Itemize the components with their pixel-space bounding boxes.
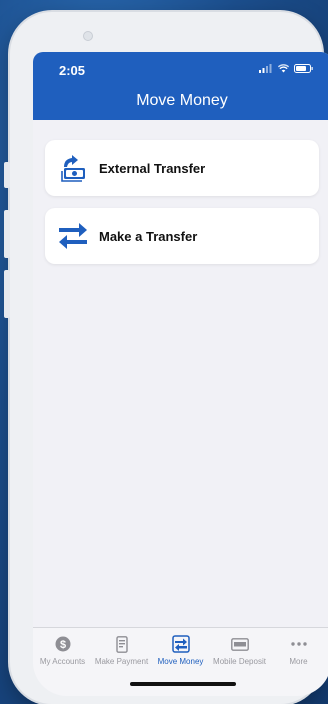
make-transfer-label: Make a Transfer (99, 228, 198, 244)
signal-icon (259, 64, 272, 73)
wifi-icon (278, 64, 289, 73)
app-screen: 2:05 Move Money External Transfer Make a… (33, 52, 328, 696)
tab-label: More (289, 657, 308, 666)
tab-label: Move Money (157, 657, 204, 666)
status-bar: 2:05 (33, 52, 328, 86)
external-transfer-label: External Transfer (99, 160, 206, 176)
tab-mobile-deposit[interactable]: Mobile Deposit (210, 634, 269, 666)
tab-label: Make Payment (94, 657, 149, 666)
more-dots-icon (290, 642, 307, 646)
tab-move-money[interactable]: Move Money (151, 634, 210, 666)
battery-icon (294, 64, 313, 73)
phone-frame: 2:05 Move Money External Transfer Make a… (10, 12, 328, 704)
side-button-mute (4, 162, 10, 188)
svg-text:$: $ (59, 639, 65, 651)
tab-more[interactable]: More (269, 634, 328, 666)
side-button-volume-down (4, 270, 10, 318)
app-header: Move Money (33, 86, 328, 120)
make-transfer-option[interactable]: Make a Transfer (45, 208, 319, 264)
external-transfer-option[interactable]: External Transfer (45, 140, 319, 196)
dollar-coin-icon: $ (55, 636, 70, 652)
tab-my-accounts[interactable]: $ My Accounts (33, 634, 92, 666)
tab-bar: $ My Accounts Make Payment Move Money Mo… (33, 627, 328, 696)
external-transfer-icon (57, 152, 89, 184)
tab-label: My Accounts (39, 657, 86, 666)
tab-label: Mobile Deposit (213, 657, 266, 666)
status-time: 2:05 (59, 63, 86, 78)
transfer-arrows-icon (57, 220, 89, 252)
move-money-icon (171, 635, 190, 653)
side-button-volume-up (4, 210, 10, 258)
page-title: Move Money (136, 92, 228, 109)
check-card-icon (230, 637, 249, 651)
status-icons (259, 64, 313, 73)
tab-make-payment[interactable]: Make Payment (92, 634, 151, 666)
home-indicator (130, 682, 236, 686)
payment-device-icon (115, 635, 128, 653)
front-camera (83, 31, 93, 41)
